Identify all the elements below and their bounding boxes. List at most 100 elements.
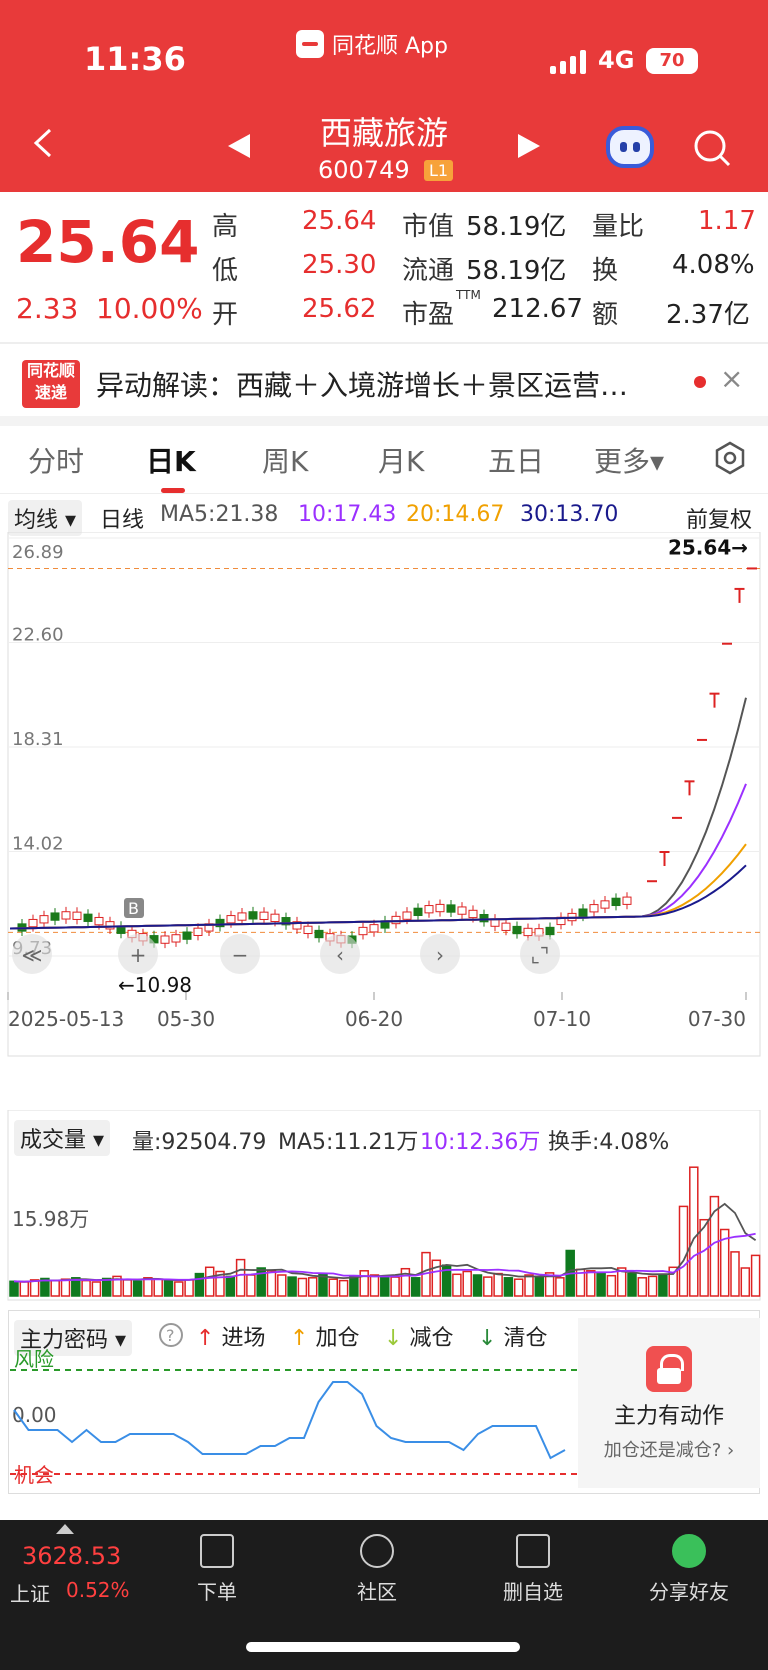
ai-robot-icon[interactable] [606, 126, 654, 168]
k-candle [622, 896, 632, 905]
tab-weekly-k[interactable]: 周K [262, 440, 308, 480]
k-candle [501, 922, 511, 931]
volume-bar [328, 1278, 339, 1297]
k-candle [61, 911, 71, 920]
k-line-chart[interactable]: 26.8922.6018.3114.029.732025-05-1305-300… [0, 532, 768, 1100]
volume-bar [91, 1281, 102, 1297]
volume-tick: 15.98万 [12, 1207, 89, 1231]
quote-value-pe: 212.67 [492, 294, 583, 324]
volume-bar [513, 1278, 524, 1297]
news-headline[interactable]: 异动解读：西藏＋入境游增长＋景区运营… [96, 364, 628, 404]
indicator-dropdown[interactable]: 均线 ▾ [8, 500, 83, 536]
nav-share-label: 分享好友 [649, 1580, 729, 1604]
news-banner[interactable]: 同花顺 速递 异动解读：西藏＋入境游增长＋景区运营… × [0, 346, 768, 416]
nav-order[interactable]: 下单 [162, 1534, 272, 1605]
news-close-icon[interactable]: × [720, 362, 743, 395]
k-candle [314, 929, 324, 939]
k-candle [512, 925, 522, 935]
volume-bar [143, 1277, 153, 1297]
volume-bar [431, 1259, 442, 1297]
k-x-tick: 06-20 [345, 1007, 403, 1031]
k-candle [237, 912, 247, 921]
quote-value-high: 25.64 [302, 206, 377, 236]
next-stock-icon[interactable] [518, 134, 540, 158]
k-y-tick: 18.31 [12, 729, 64, 750]
k-candle [259, 911, 269, 920]
k-ma30-line [9, 864, 747, 930]
chart-tabs: 分时 日K 周K 月K 五日 更多▾ [0, 426, 768, 494]
k-candle [391, 915, 401, 925]
tab-daily-k[interactable]: 日K [146, 440, 196, 480]
chart-control-icon: ≪ [22, 943, 43, 967]
nav-share-wechat[interactable]: 分享好友 [634, 1534, 744, 1605]
nav-community[interactable]: 社区 [322, 1534, 432, 1605]
volume-bar [369, 1274, 380, 1297]
volume-bar [555, 1277, 565, 1297]
volume-bar [524, 1274, 534, 1297]
news-unread-dot [694, 376, 706, 388]
settings-hex-icon[interactable] [712, 440, 748, 476]
k-ma5-line [9, 697, 747, 930]
search-icon[interactable] [692, 128, 732, 168]
index-name: 上证 [10, 1582, 50, 1606]
level-badge: L1 [424, 160, 454, 181]
quote-label-low: 低 [212, 256, 239, 286]
tab-more[interactable]: 更多▾ [594, 440, 664, 480]
volume-chart[interactable]: 15.98万 [0, 1110, 768, 1302]
index-value[interactable]: 3628.53 [22, 1542, 121, 1570]
volume-bar [359, 1270, 369, 1297]
quote-label-volratio: 量比 [592, 212, 645, 242]
k-candle [402, 911, 412, 920]
tab-five-day[interactable]: 五日 [488, 440, 544, 480]
status-app[interactable]: 同花顺 App [296, 28, 448, 60]
k-candle [358, 926, 368, 936]
k-candle [578, 908, 588, 917]
volume-bar [277, 1274, 287, 1297]
volume-bar [307, 1277, 318, 1297]
chart-control-icon: + [130, 943, 147, 967]
volume-bar [194, 1272, 205, 1297]
volume-bar [60, 1278, 71, 1297]
volume-bar [266, 1270, 277, 1297]
k-candle [50, 912, 60, 921]
adjust-label[interactable]: 前复权 [686, 502, 752, 534]
index-up-icon [56, 1524, 74, 1534]
ma5-value: MA5:21.38 [160, 502, 279, 527]
ma-row: 均线 ▾ 日线 MA5:21.38 10:17.43 20:14.67 30:1… [0, 496, 768, 536]
signal-icon [550, 50, 588, 74]
ma20-value: 20:14.67 [406, 502, 505, 527]
volume-bar [349, 1274, 359, 1297]
moneyflow-chart[interactable]: 风险 0.00 机会 [0, 1310, 578, 1494]
tab-monthly-k[interactable]: 月K [378, 440, 424, 480]
volume-bar [122, 1279, 133, 1297]
status-time: 11:36 [84, 40, 186, 78]
index-pct: 0.52% [66, 1578, 130, 1602]
k-x-tick: 05-30 [157, 1007, 215, 1031]
volume-bar [534, 1275, 545, 1297]
main-action-card[interactable]: 主力有动作 加仓还是减仓? › [578, 1318, 760, 1488]
volume-bar [750, 1254, 761, 1297]
quote-label-high: 高 [212, 212, 239, 242]
tab-intraday[interactable]: 分时 [28, 440, 84, 480]
main-action-sub: 加仓还是减仓? › [603, 1440, 735, 1461]
quote-value-volratio: 1.17 [698, 206, 756, 236]
volume-bar [101, 1277, 112, 1297]
volume-bar [235, 1258, 246, 1297]
volume-bar [493, 1272, 503, 1297]
buy-marker-label: B [128, 899, 139, 918]
k-candle [270, 913, 280, 923]
home-indicator[interactable] [246, 1642, 520, 1652]
volume-ma-line [13, 1202, 757, 1283]
k-x-tick: 07-10 [533, 1007, 591, 1031]
volume-bar [184, 1279, 194, 1297]
k-candle [611, 897, 621, 907]
quote-label-float: 流通 [402, 256, 455, 286]
section-gap [0, 416, 768, 426]
wechat-icon [672, 1534, 706, 1568]
community-icon [360, 1534, 394, 1568]
volume-bar [174, 1281, 184, 1297]
volume-bar [19, 1281, 30, 1297]
nav-remove-watch[interactable]: 删自选 [478, 1534, 588, 1605]
volume-bar [9, 1280, 19, 1297]
k-candle [413, 907, 423, 917]
